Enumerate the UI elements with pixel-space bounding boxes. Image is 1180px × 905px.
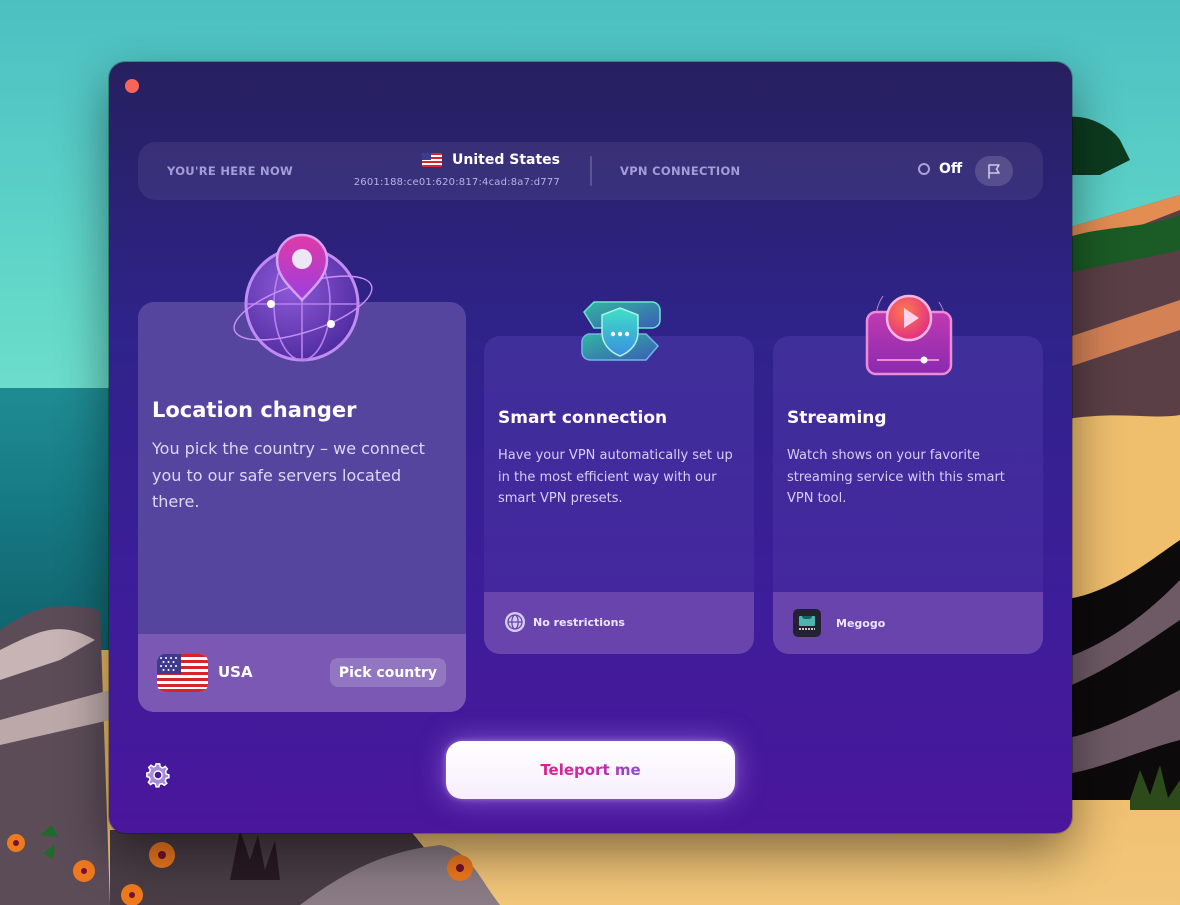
vpn-status: Off	[918, 161, 962, 177]
teleport-label: Teleport me	[540, 761, 641, 779]
card-title: Streaming	[787, 408, 887, 428]
smart-preset: No restrictions	[504, 611, 625, 633]
card-footer: Megogo	[773, 592, 1043, 654]
card-description: Watch shows on your favorite streaming s…	[787, 448, 1005, 506]
usa-flag-icon	[157, 654, 208, 692]
flag-icon	[988, 164, 1000, 179]
status-bar: YOU'RE HERE NOW United States 2601:188:c…	[138, 142, 1043, 200]
status-divider	[590, 156, 592, 186]
card-description: Have your VPN automatically set up in th…	[498, 448, 733, 506]
smart-connection-card[interactable]: Smart connection Have your VPN automatic…	[484, 336, 754, 654]
streaming-service: Megogo	[793, 609, 885, 637]
shield-icon	[581, 301, 661, 361]
card-title: Smart connection	[498, 408, 668, 428]
close-window-button[interactable]	[125, 79, 139, 93]
megogo-logo-icon	[793, 609, 821, 637]
current-location-label: YOU'RE HERE NOW	[167, 164, 294, 178]
globe-icon	[505, 612, 525, 632]
streaming-card[interactable]: Streaming Watch shows on your favorite s…	[773, 336, 1043, 654]
gear-icon	[146, 763, 170, 788]
service-label: Megogo	[836, 616, 886, 630]
us-flag-icon	[422, 153, 443, 167]
current-country-name: United States	[452, 152, 560, 168]
selected-country: USA	[218, 663, 253, 681]
card-title: Location changer	[152, 398, 357, 422]
current-country: United States	[422, 152, 560, 168]
vpn-connection-label: VPN CONNECTION	[620, 164, 741, 178]
ip-address: 2601:188:ce01:620:817:4cad:8a7:d777	[353, 177, 560, 188]
status-indicator-icon	[918, 163, 930, 175]
card-footer: No restrictions	[484, 592, 754, 654]
vpn-status-text: Off	[939, 161, 963, 177]
preset-label: No restrictions	[533, 615, 625, 629]
card-footer: USA Pick country	[138, 634, 466, 712]
app-window: YOU'RE HERE NOW United States 2601:188:c…	[109, 62, 1072, 833]
globe-pin-icon	[233, 233, 373, 362]
teleport-me-button[interactable]: Teleport me	[446, 741, 735, 799]
pick-country-button[interactable]: Pick country	[329, 658, 446, 687]
card-description: You pick the country – we connect you to…	[152, 439, 425, 511]
report-flag-button[interactable]	[975, 156, 1013, 186]
play-video-icon	[865, 294, 953, 376]
settings-gear-button[interactable]	[145, 762, 171, 788]
